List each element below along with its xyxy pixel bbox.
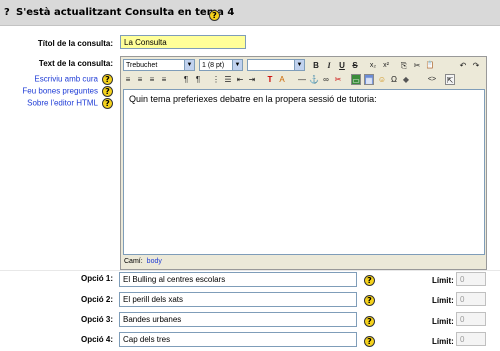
option-4-label: Opció 4: xyxy=(80,335,113,344)
fullscreen-icon[interactable]: ⇱ xyxy=(445,74,455,85)
ltr-icon[interactable]: ¶ xyxy=(181,74,191,85)
help-link-good-questions[interactable]: Feu bones preguntes? xyxy=(22,86,113,97)
title-label: Títol de la consulta: xyxy=(37,39,113,48)
justify-icon[interactable]: ≡ xyxy=(159,74,169,85)
text-label: Text de la consulta: xyxy=(38,59,113,68)
editor-toolbar-row-1: Trebuchet ▼ 1 (8 pt) ▼ ▼ B I U S x₂ x² ⎘ ✂… xyxy=(123,59,485,73)
align-left-icon[interactable]: ≡ xyxy=(123,74,133,85)
undo-icon[interactable]: ↶ xyxy=(458,60,468,71)
help-icon[interactable]: ? xyxy=(209,10,220,21)
option-1-limit-input[interactable]: 0 xyxy=(456,272,486,286)
font-size-value: 1 (8 pt) xyxy=(202,62,225,69)
help-link-html-editor[interactable]: Sobre l'editor HTML? xyxy=(27,98,113,109)
option-4-limit-input[interactable]: 0 xyxy=(456,332,486,346)
link-icon[interactable]: ∞ xyxy=(321,74,331,85)
help-link-label[interactable]: Feu bones preguntes xyxy=(22,87,98,96)
horizontal-rule-icon[interactable]: — xyxy=(297,74,307,85)
page-title: S'està actualitzant Consulta en tema 4 xyxy=(16,7,235,18)
help-icon[interactable]: ? xyxy=(102,86,113,97)
question-mark-icon: ? xyxy=(4,7,10,18)
option-3-limit-input[interactable]: 0 xyxy=(456,312,486,326)
option-3-limit-label: Límit: xyxy=(432,317,454,326)
ordered-list-icon[interactable]: ⋮ xyxy=(211,74,221,85)
paste-icon[interactable]: 📋 xyxy=(425,60,435,71)
help-icon[interactable]: ? xyxy=(102,98,113,109)
help-link-write-carefully[interactable]: Escriviu amb cura? xyxy=(34,74,113,85)
option-4-limit-label: Límit: xyxy=(432,337,454,346)
table-icon[interactable]: ▦ xyxy=(364,74,374,85)
smiley-icon[interactable]: ☺ xyxy=(377,74,387,85)
option-3-input[interactable]: Bandes urbanes xyxy=(119,312,357,327)
background-color-icon[interactable]: A xyxy=(277,74,287,85)
editor-content-area[interactable]: Quin tema preferiexes debatre en la prop… xyxy=(123,89,485,255)
option-3-limit-value: 0 xyxy=(460,315,465,324)
subscript-button[interactable]: x₂ xyxy=(368,60,378,71)
title-input[interactable]: La Consulta xyxy=(120,35,246,49)
page-header: ? S'està actualitzant Consulta en tema 4… xyxy=(0,0,500,26)
divider xyxy=(0,270,500,271)
option-3-label: Opció 3: xyxy=(80,315,113,324)
editor-content: Quin tema preferiexes debatre en la prop… xyxy=(129,94,377,104)
help-icon[interactable]: ? xyxy=(102,74,113,85)
rtl-icon[interactable]: ¶ xyxy=(193,74,203,85)
html-source-icon[interactable]: <> xyxy=(427,74,437,85)
chevron-down-icon: ▼ xyxy=(294,60,304,70)
heading-select[interactable]: ▼ xyxy=(247,59,305,71)
editor-toolbar-row-2: ≡ ≡ ≡ ≡ ¶ ¶ ⋮ ☰ ⇤ ⇥ T A — ⚓ ∞ ✂ ▭ ▦ ☺ Ω … xyxy=(123,73,485,87)
cut-icon[interactable]: ✂ xyxy=(412,60,422,71)
path-body-link[interactable]: body xyxy=(147,258,162,265)
outdent-icon[interactable]: ⇤ xyxy=(235,74,245,85)
option-2-input[interactable]: El perill dels xats xyxy=(119,292,357,307)
font-family-select[interactable]: Trebuchet ▼ xyxy=(123,59,195,71)
option-1-limit-value: 0 xyxy=(460,275,465,284)
special-char-icon[interactable]: Ω xyxy=(389,74,399,85)
option-1-limit-label: Límit: xyxy=(432,276,454,285)
copy-icon[interactable]: ⎘ xyxy=(399,60,409,71)
help-icon[interactable]: ? xyxy=(364,295,375,306)
help-icon[interactable]: ? xyxy=(364,316,375,327)
strikethrough-button[interactable]: S xyxy=(350,60,360,71)
bold-button[interactable]: B xyxy=(311,60,321,71)
superscript-button[interactable]: x² xyxy=(381,60,391,71)
option-2-limit-input[interactable]: 0 xyxy=(456,292,486,306)
help-link-label[interactable]: Sobre l'editor HTML xyxy=(27,99,98,108)
html-editor: Trebuchet ▼ 1 (8 pt) ▼ ▼ B I U S x₂ x² ⎘ ✂… xyxy=(120,56,487,270)
font-size-select[interactable]: 1 (8 pt) ▼ xyxy=(199,59,243,71)
anchor-icon[interactable]: ⚓ xyxy=(309,74,319,85)
help-icon[interactable]: ? xyxy=(364,336,375,347)
unlink-icon[interactable]: ✂ xyxy=(333,74,343,85)
align-center-icon[interactable]: ≡ xyxy=(135,74,145,85)
insert-object-icon[interactable]: ◆ xyxy=(401,74,411,85)
underline-button[interactable]: U xyxy=(337,60,347,71)
indent-icon[interactable]: ⇥ xyxy=(247,74,257,85)
option-2-label: Opció 2: xyxy=(80,295,113,304)
help-links: Escriviu amb cura? Feu bones preguntes? … xyxy=(10,74,113,114)
option-2-limit-label: Límit: xyxy=(432,296,454,305)
option-4-limit-value: 0 xyxy=(460,335,465,344)
chevron-down-icon: ▼ xyxy=(184,60,194,70)
help-icon[interactable]: ? xyxy=(364,275,375,286)
italic-button[interactable]: I xyxy=(324,60,334,71)
path-label: Camí: xyxy=(124,258,143,265)
option-4-input[interactable]: Cap dels tres xyxy=(119,332,357,347)
text-color-icon[interactable]: T xyxy=(265,74,275,85)
editor-path: Camí: body xyxy=(124,258,162,265)
help-link-label[interactable]: Escriviu amb cura xyxy=(34,75,98,84)
chevron-down-icon: ▼ xyxy=(232,60,242,70)
font-family-value: Trebuchet xyxy=(126,62,158,69)
option-2-limit-value: 0 xyxy=(460,295,465,304)
image-icon[interactable]: ▭ xyxy=(351,74,361,85)
align-right-icon[interactable]: ≡ xyxy=(147,74,157,85)
option-1-label: Opció 1: xyxy=(80,274,113,283)
unordered-list-icon[interactable]: ☰ xyxy=(223,74,233,85)
redo-icon[interactable]: ↷ xyxy=(471,60,481,71)
option-1-input[interactable]: El Bulling al centres escolars xyxy=(119,272,357,287)
